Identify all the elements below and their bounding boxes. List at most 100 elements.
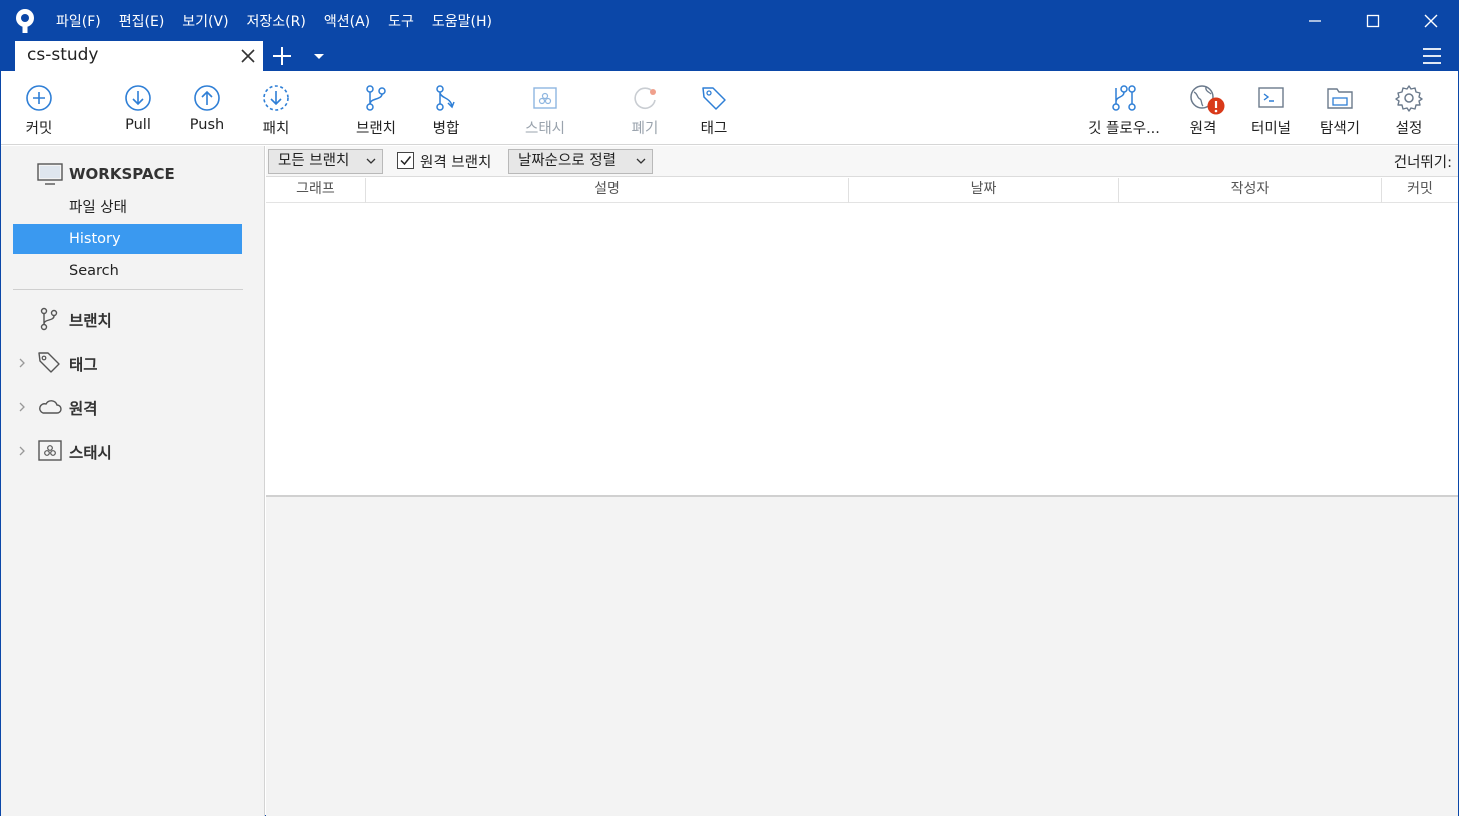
minimize-icon	[1309, 20, 1321, 22]
push-button[interactable]: Push	[187, 71, 227, 145]
discard-button[interactable]: 폐기	[627, 71, 663, 145]
menu-view[interactable]: 보기(V)	[182, 11, 237, 31]
sidebar-item-history[interactable]: History	[13, 224, 242, 254]
folder-icon	[1327, 88, 1353, 109]
menu-tools[interactable]: 도구	[388, 11, 423, 31]
gitflow-button[interactable]: 깃 플로우...	[1083, 71, 1165, 145]
fetch-button[interactable]: 패치	[258, 71, 294, 145]
column-date[interactable]: 날짜	[849, 178, 1119, 203]
monitor-icon	[37, 163, 63, 185]
remote-branch-label: 원격 브랜치	[420, 155, 492, 171]
terminal-button[interactable]: 터미널	[1247, 71, 1295, 145]
toolbar: 커밋 Pull Push 패치 브랜치 병합 스태시 폐기 태그 깃 플로우..…	[1, 71, 1458, 145]
minimize-button[interactable]	[1286, 1, 1344, 41]
cloud-icon	[39, 400, 62, 414]
explorer-button[interactable]: 탐색기	[1316, 71, 1364, 145]
fetch-label: 패치	[262, 121, 290, 137]
sidebar-group-branches[interactable]: 브랜치	[1, 304, 265, 334]
close-icon	[1424, 14, 1438, 28]
sidebar-item-file-status[interactable]: 파일 상태	[13, 193, 242, 223]
remote-branch-checkbox[interactable]	[397, 152, 414, 169]
terminal-icon	[1258, 87, 1284, 108]
column-author[interactable]: 작성자	[1119, 178, 1382, 203]
app-window: 파일(F) 편집(E) 보기(V) 저장소(R) 액션(A) 도구 도움말(H)…	[0, 0, 1459, 816]
menu-file[interactable]: 파일(F)	[56, 11, 110, 31]
warning-badge-icon	[1207, 97, 1225, 115]
chevron-down-icon	[636, 158, 646, 164]
history-commit-list[interactable]	[266, 203, 1458, 495]
chevron-down-icon	[366, 158, 376, 164]
history-column-header: 그래프 설명 날짜 작성자 커밋	[266, 178, 1458, 203]
explorer-label: 탐색기	[1319, 121, 1361, 137]
skip-label: 건너뛰기:	[1393, 155, 1452, 171]
pull-arrow-down-icon	[125, 85, 151, 111]
gitflow-label: 깃 플로우...	[1088, 121, 1160, 137]
discard-icon	[634, 87, 656, 109]
branch-label: 브랜치	[355, 121, 397, 137]
branch-icon	[40, 307, 58, 331]
column-commit[interactable]: 커밋	[1382, 178, 1458, 203]
menu-edit[interactable]: 편집(E)	[119, 11, 174, 31]
branch-button[interactable]: 브랜치	[353, 71, 399, 145]
menu-bar: 파일(F) 편집(E) 보기(V) 저장소(R) 액션(A) 도구 도움말(H)	[56, 1, 510, 41]
tab-repository[interactable]: cs-study	[15, 41, 263, 71]
commit-button[interactable]: 커밋	[21, 71, 57, 145]
workspace-header: WORKSPACE	[37, 162, 175, 186]
tab-title: cs-study	[27, 45, 99, 65]
title-bar: 파일(F) 편집(E) 보기(V) 저장소(R) 액션(A) 도구 도움말(H)	[1, 1, 1458, 41]
chevron-right-icon[interactable]	[17, 357, 27, 369]
stash-button[interactable]: 스태시	[520, 71, 570, 145]
remotes-label: 원격	[69, 400, 98, 418]
gear-icon	[1395, 85, 1423, 112]
sourcetree-logo-icon	[16, 9, 34, 33]
merge-button[interactable]: 병합	[429, 71, 463, 145]
tag-icon	[38, 352, 60, 373]
sidebar-group-remotes[interactable]: 원격	[1, 392, 265, 422]
tab-dropdown-icon[interactable]	[312, 51, 326, 63]
sort-order-select[interactable]: 날짜순으로 정렬	[508, 149, 653, 174]
commit-plus-icon	[26, 85, 52, 111]
checkmark-icon	[400, 156, 412, 166]
close-window-button[interactable]	[1402, 1, 1459, 41]
merge-label: 병합	[432, 121, 460, 137]
sort-order-value: 날짜순으로 정렬	[518, 153, 616, 169]
menu-repository[interactable]: 저장소(R)	[247, 11, 315, 31]
branches-label: 브랜치	[69, 312, 112, 330]
new-tab-icon[interactable]	[271, 45, 293, 67]
discard-label: 폐기	[631, 121, 659, 137]
branch-filter-value: 모든 브랜치	[278, 153, 350, 169]
branch-filter-select[interactable]: 모든 브랜치	[268, 149, 383, 174]
sidebar-divider	[13, 289, 243, 290]
workspace-label: WORKSPACE	[69, 165, 175, 183]
tag-button[interactable]: 태그	[697, 71, 731, 145]
menu-help[interactable]: 도움말(H)	[432, 11, 501, 31]
push-arrow-up-icon	[194, 85, 220, 111]
sidebar: WORKSPACE 파일 상태 History Search 브랜치 태그 원격…	[1, 146, 265, 816]
commit-label: 커밋	[25, 121, 53, 137]
sidebar-group-tags[interactable]: 태그	[1, 348, 265, 378]
hamburger-menu-icon[interactable]	[1422, 46, 1442, 66]
sidebar-item-search[interactable]: Search	[13, 256, 242, 286]
stashes-label: 스태시	[69, 444, 112, 462]
menu-actions[interactable]: 액션(A)	[324, 11, 379, 31]
column-description[interactable]: 설명	[366, 178, 849, 203]
chevron-right-icon[interactable]	[17, 401, 27, 413]
stash-label: 스태시	[524, 121, 566, 137]
pull-label: Pull	[125, 117, 151, 133]
pull-button[interactable]: Pull	[119, 71, 157, 145]
remote-button[interactable]: 원격	[1185, 71, 1225, 145]
maximize-icon	[1366, 14, 1380, 28]
tab-close-icon[interactable]	[239, 47, 257, 65]
settings-button[interactable]: 설정	[1391, 71, 1427, 145]
chevron-right-icon[interactable]	[17, 445, 27, 457]
maximize-button[interactable]	[1344, 1, 1402, 41]
stash-icon	[533, 87, 557, 109]
gitflow-icon	[1112, 85, 1136, 111]
sidebar-group-stashes[interactable]: 스태시	[1, 436, 265, 466]
tag-icon	[702, 87, 726, 110]
tags-label: 태그	[69, 356, 98, 374]
fetch-icon	[263, 85, 289, 111]
column-graph[interactable]: 그래프	[266, 178, 366, 203]
history-filter-bar: 모든 브랜치 원격 브랜치 날짜순으로 정렬 건너뛰기:	[266, 146, 1458, 177]
commit-detail-pane	[266, 497, 1458, 816]
